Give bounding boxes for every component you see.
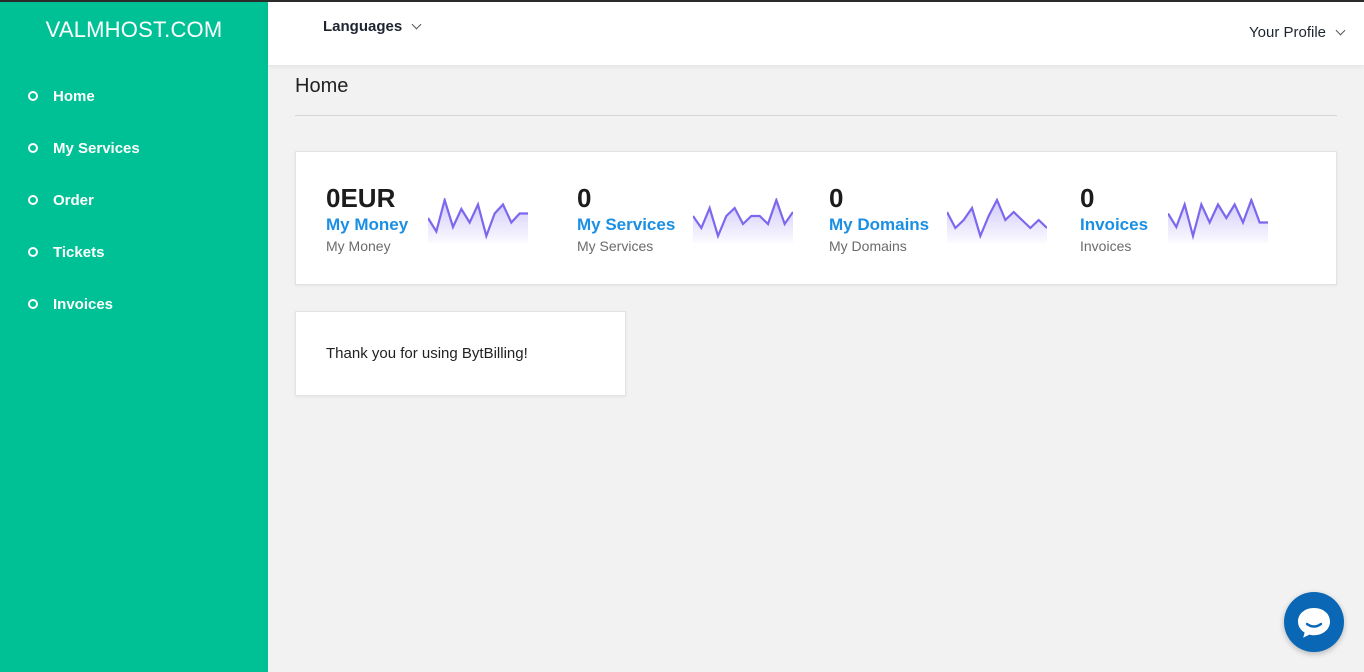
sparkline-my-domains bbox=[947, 198, 1047, 243]
stat-value: 0 bbox=[1080, 183, 1095, 213]
stats-card: 0EUR My Money My Money 0 My Services My … bbox=[295, 151, 1337, 285]
sidebar-item-my-services[interactable]: My Services bbox=[0, 122, 268, 174]
stat-subtitle: Invoices bbox=[1080, 238, 1132, 254]
languages-label: Languages bbox=[323, 18, 403, 35]
welcome-message: Thank you for using BytBilling! bbox=[326, 345, 528, 362]
sidebar-item-label: My Services bbox=[53, 139, 140, 157]
top-border bbox=[0, 0, 1364, 2]
page-title: Home bbox=[295, 75, 349, 97]
circle-outline-icon bbox=[28, 143, 38, 153]
circle-outline-icon bbox=[28, 91, 38, 101]
sparkline-my-money bbox=[428, 198, 528, 243]
sidebar-item-label: Order bbox=[53, 191, 94, 209]
sidebar-nav: Home My Services Order Tickets Invoices bbox=[0, 70, 268, 330]
sidebar: VALMHOST.COM Home My Services Order Tick… bbox=[0, 2, 268, 672]
sidebar-item-label: Tickets bbox=[53, 243, 105, 261]
stat-link-my-services[interactable]: My Services bbox=[577, 214, 675, 236]
stat-value: 0EUR bbox=[326, 183, 396, 213]
chat-widget-button[interactable] bbox=[1284, 592, 1344, 652]
profile-dropdown[interactable]: Your Profile bbox=[1249, 24, 1346, 41]
chat-bubble-icon bbox=[1298, 608, 1330, 638]
sidebar-item-label: Invoices bbox=[53, 295, 114, 313]
circle-outline-icon bbox=[28, 247, 38, 257]
sidebar-item-home[interactable]: Home bbox=[0, 70, 268, 122]
sidebar-item-order[interactable]: Order bbox=[0, 174, 268, 226]
stat-my-money: 0EUR My Money My Money bbox=[326, 182, 408, 256]
stat-value: 0 bbox=[829, 183, 844, 213]
stat-subtitle: My Money bbox=[326, 238, 391, 254]
stat-link-my-domains[interactable]: My Domains bbox=[829, 214, 929, 236]
sparkline-my-services bbox=[693, 198, 793, 243]
stat-link-my-money[interactable]: My Money bbox=[326, 214, 408, 236]
sparkline-invoices bbox=[1168, 198, 1268, 243]
sidebar-item-label: Home bbox=[53, 87, 95, 105]
welcome-card: Thank you for using BytBilling! bbox=[295, 311, 626, 396]
stat-invoices: 0 Invoices Invoices bbox=[1080, 182, 1148, 256]
circle-outline-icon bbox=[28, 299, 38, 309]
stat-link-invoices[interactable]: Invoices bbox=[1080, 214, 1148, 236]
profile-label: Your Profile bbox=[1249, 24, 1326, 41]
brand-logo[interactable]: VALMHOST.COM bbox=[0, 17, 268, 43]
stat-my-domains: 0 My Domains My Domains bbox=[829, 182, 929, 256]
stat-value: 0 bbox=[577, 183, 592, 213]
top-header: Languages Your Profile bbox=[268, 2, 1364, 65]
chevron-down-icon bbox=[1335, 25, 1346, 36]
sidebar-item-tickets[interactable]: Tickets bbox=[0, 226, 268, 278]
stat-subtitle: My Domains bbox=[829, 238, 907, 254]
title-divider bbox=[295, 115, 1337, 116]
languages-dropdown[interactable]: Languages bbox=[323, 18, 422, 35]
stat-subtitle: My Services bbox=[577, 238, 654, 254]
sidebar-item-invoices[interactable]: Invoices bbox=[0, 278, 268, 330]
chevron-down-icon bbox=[411, 19, 422, 30]
stat-my-services: 0 My Services My Services bbox=[577, 182, 675, 256]
circle-outline-icon bbox=[28, 195, 38, 205]
